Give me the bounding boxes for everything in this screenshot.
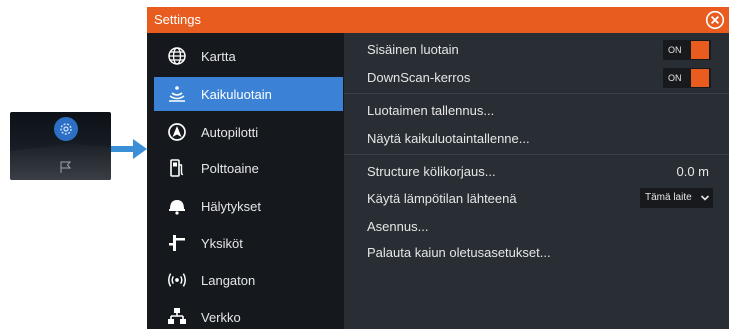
sidebar-item-kartta[interactable]: Kartta xyxy=(154,39,343,73)
chevron-down-icon xyxy=(700,193,710,206)
select-value: Tämä laite xyxy=(645,192,692,203)
setting-label: DownScan-kerros xyxy=(367,70,471,85)
sidebar-item-langaton[interactable]: Langaton xyxy=(154,263,343,297)
sidebar-item-label: Langaton xyxy=(201,272,256,288)
sonar-icon xyxy=(166,83,188,105)
wireless-icon xyxy=(166,269,188,291)
setting-row-nayta-tallenne[interactable]: Näytä kaikuluotaintallenne... xyxy=(344,125,729,152)
sidebar-item-label: Yksiköt xyxy=(201,235,243,251)
divider xyxy=(344,93,729,94)
setting-row-downscan-kerros[interactable]: DownScan-kerros ON xyxy=(344,64,729,91)
sidebar-item-polttoaine[interactable]: Polttoaine xyxy=(154,151,343,185)
autopilot-icon xyxy=(166,121,188,143)
sidebar-item-autopilotti[interactable]: Autopilotti xyxy=(154,115,343,149)
sidebar-item-halytykset[interactable]: Hälytykset xyxy=(154,189,343,223)
sidebar-item-label: Verkko xyxy=(201,309,241,325)
sidebar-item-kaikuluotain[interactable]: Kaikuluotain xyxy=(154,77,343,111)
setting-label: Näytä kaikuluotaintallenne... xyxy=(367,131,530,146)
sidebar-item-label: Kaikuluotain xyxy=(201,86,272,102)
close-button[interactable] xyxy=(705,10,725,30)
settings-sidebar: Kartta Kaikuluotain Autopilotti Polttoai… xyxy=(147,33,344,329)
settings-window: Settings Kartta Kaikuluotain Autopilotti… xyxy=(147,7,729,329)
toggle-knob xyxy=(691,41,709,59)
sidebar-item-label: Polttoaine xyxy=(201,160,259,176)
setting-row-palauta-oletukset[interactable]: Palauta kaiun oletusasetukset... xyxy=(344,239,729,266)
setting-row-structure-kolikorjaus[interactable]: Structure kölikorjaus... 0.0 m xyxy=(344,158,729,185)
setting-row-sisainen-luotain[interactable]: Sisäinen luotain ON xyxy=(344,36,729,63)
setting-label: Palauta kaiun oletusasetukset... xyxy=(367,245,551,260)
setting-row-luotaimen-tallennus[interactable]: Luotaimen tallennus... xyxy=(344,97,729,124)
setting-label: Sisäinen luotain xyxy=(367,42,459,57)
toggle-knob xyxy=(691,69,709,87)
arrow-right-icon xyxy=(111,138,147,165)
units-icon xyxy=(166,232,188,254)
fuel-icon xyxy=(166,157,188,179)
setting-label: Luotaimen tallennus... xyxy=(367,103,495,118)
setting-row-asennus[interactable]: Asennus... xyxy=(344,213,729,240)
sidebar-item-yksikot[interactable]: Yksiköt xyxy=(154,226,343,260)
sidebar-item-label: Kartta xyxy=(201,48,236,64)
network-icon xyxy=(166,306,188,328)
toggle-switch[interactable]: ON xyxy=(663,40,711,60)
toggle-switch[interactable]: ON xyxy=(663,68,711,88)
flag-icon xyxy=(59,160,73,179)
setting-label: Structure kölikorjaus... xyxy=(367,164,496,179)
sidebar-item-label: Hälytykset xyxy=(201,198,261,214)
close-icon xyxy=(705,10,725,30)
home-screen-thumbnail xyxy=(10,112,111,180)
window-title: Settings xyxy=(154,12,201,27)
alarm-icon xyxy=(166,195,188,217)
title-bar: Settings xyxy=(147,7,729,33)
toggle-state: ON xyxy=(668,45,682,55)
settings-content: Sisäinen luotain ON DownScan-kerros ON L… xyxy=(344,33,729,329)
settings-gear-icon xyxy=(54,117,78,141)
temperature-source-select[interactable]: Tämä laite xyxy=(640,188,713,208)
toggle-state: ON xyxy=(668,73,682,83)
setting-label: Käytä lämpötilan lähteenä xyxy=(367,191,517,206)
divider xyxy=(344,154,729,155)
sidebar-item-label: Autopilotti xyxy=(201,124,259,140)
setting-label: Asennus... xyxy=(367,219,429,234)
setting-row-lampotilan-lahde[interactable]: Käytä lämpötilan lähteenä Tämä laite xyxy=(344,185,729,212)
setting-value: 0.0 m xyxy=(676,164,709,179)
globe-icon xyxy=(166,45,188,67)
